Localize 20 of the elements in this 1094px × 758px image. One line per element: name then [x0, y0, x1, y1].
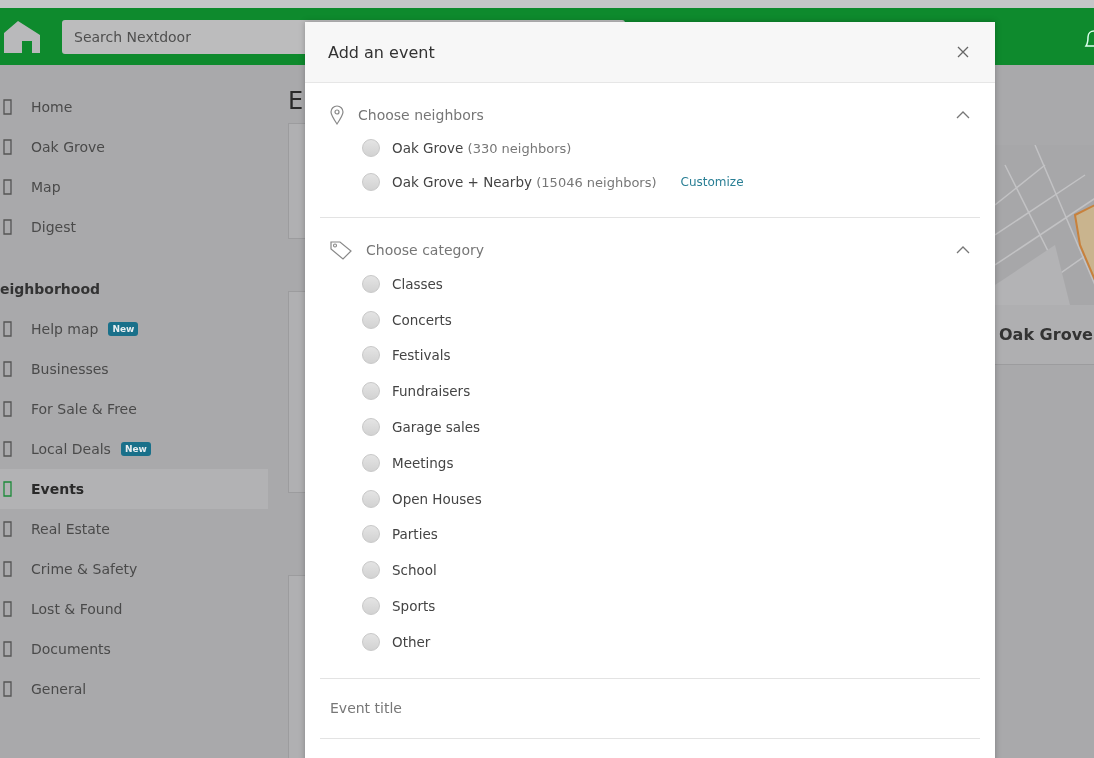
option-label: Sports	[392, 598, 436, 615]
option-label: Oak Grove + Nearby (15046 neighbors)	[392, 174, 657, 190]
option-label: Parties	[392, 526, 438, 543]
option-label: Classes	[392, 275, 443, 292]
section-label: Choose category	[366, 242, 484, 258]
option-label: Open Houses	[392, 490, 482, 507]
option-label: Meetings	[392, 454, 454, 471]
option-label: Oak Grove (330 neighbors)	[392, 140, 572, 156]
new-badge: New	[120, 442, 151, 456]
option-label: Festivals	[392, 347, 451, 364]
section-title: eighborhood	[0, 280, 102, 299]
option-label: School	[392, 562, 437, 579]
option-label: Fundraisers	[392, 383, 471, 400]
section-label: Choose neighbors	[358, 107, 484, 123]
option-label: Other	[392, 633, 431, 650]
dialog-title: Add an event	[328, 42, 435, 62]
option-label: Garage sales	[392, 419, 481, 436]
option-label: Concerts	[392, 311, 452, 328]
new-badge: New	[108, 322, 139, 336]
page-title: E	[288, 87, 305, 117]
